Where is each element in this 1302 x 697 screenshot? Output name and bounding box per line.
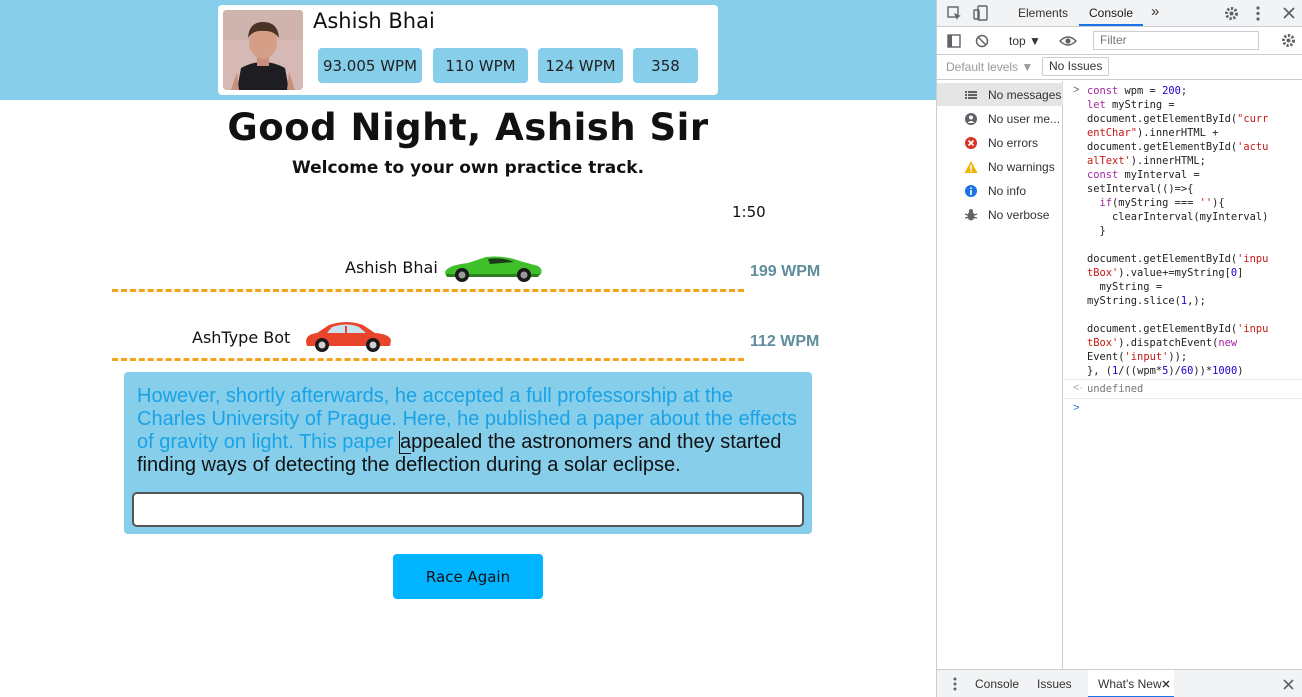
- sidebar-item-messages[interactable]: No messages: [937, 83, 1063, 106]
- close-icon[interactable]: [1283, 7, 1295, 19]
- track-line-bot: [112, 358, 744, 361]
- sidebar-item-info[interactable]: No info: [937, 179, 1063, 202]
- drawer-tab-issues[interactable]: Issues: [1037, 677, 1072, 691]
- console-result: undefined: [1087, 383, 1144, 395]
- gear-icon[interactable]: [1224, 6, 1239, 21]
- profile-card: Ashish Bhai 93.005 WPM 110 WPM 124 WPM 3…: [218, 5, 718, 95]
- avatar: [223, 10, 303, 90]
- log-levels-dropdown[interactable]: Default levels ▼: [946, 60, 1033, 74]
- devtools-panel: Elements Console » top ▼ Filter Default …: [936, 0, 1302, 697]
- typing-panel: However, shortly afterwards, he accepted…: [124, 372, 812, 534]
- race-again-button[interactable]: Race Again: [393, 554, 543, 599]
- console-output: > const wpm = 200; let myString = docume…: [1064, 81, 1302, 669]
- passage-text: However, shortly afterwards, he accepted…: [137, 385, 805, 477]
- list-icon: [965, 91, 977, 99]
- close-tab-icon[interactable]: [1162, 680, 1170, 688]
- drawer-tab-label: What's New: [1098, 677, 1162, 691]
- typing-input[interactable]: [132, 492, 804, 527]
- bug-icon: [964, 209, 978, 221]
- close-drawer-icon[interactable]: [1283, 679, 1294, 690]
- typing-app: Ashish Bhai 93.005 WPM 110 WPM 124 WPM 3…: [0, 0, 936, 697]
- user-icon: [965, 113, 977, 125]
- drawer-tab-console[interactable]: Console: [975, 677, 1019, 691]
- eye-icon[interactable]: [1059, 35, 1077, 47]
- console-toolbar: top ▼ Filter: [937, 27, 1302, 55]
- sidebar-item-label: No messages: [988, 87, 1062, 102]
- stat-races-count: 358: [633, 48, 698, 83]
- kebab-menu-icon[interactable]: [1255, 6, 1261, 21]
- active-tab-indicator: [1079, 24, 1143, 26]
- warning-icon: [964, 161, 978, 173]
- devtools-tabbar: Elements Console »: [937, 0, 1302, 27]
- racer-name-bot: AshType Bot: [192, 328, 291, 347]
- sidebar-item-warnings[interactable]: No warnings: [937, 155, 1063, 178]
- racer-wpm-player: 199 WPM: [750, 263, 821, 280]
- passage-current-char: a: [399, 431, 412, 454]
- stat-best-wpm: 124 WPM: [538, 48, 623, 83]
- stat-average-wpm: 93.005 WPM: [318, 48, 422, 83]
- result-arrow-icon: <·: [1073, 382, 1084, 394]
- sidebar-item-user-messages[interactable]: No user me...: [937, 107, 1063, 130]
- info-icon: [965, 185, 977, 197]
- player-car-icon: [445, 256, 542, 282]
- sidebar-item-label: No warnings: [988, 159, 1055, 174]
- sidebar-item-label: No verbose: [988, 207, 1050, 222]
- tab-console[interactable]: Console: [1089, 6, 1133, 20]
- sidebar-toggle-icon[interactable]: [947, 34, 961, 48]
- track-line-player: [112, 289, 744, 292]
- console-result-row: <· undefined: [1064, 379, 1302, 399]
- sidebar-item-label: No info: [988, 183, 1027, 198]
- device-toolbar-icon[interactable]: [973, 5, 988, 21]
- context-selector[interactable]: top ▼: [1009, 34, 1041, 48]
- welcome-subtitle: Welcome to your own practice track.: [291, 158, 645, 178]
- sidebar-item-errors[interactable]: No errors: [937, 131, 1063, 154]
- more-tabs-button[interactable]: »: [1151, 3, 1159, 20]
- bot-car-icon: [306, 322, 391, 352]
- prompt-chevron-icon: >: [1073, 84, 1080, 96]
- racer-wpm-bot: 112 WPM: [750, 333, 820, 350]
- console-prompt-icon[interactable]: >: [1073, 402, 1079, 414]
- drawer-tab-whats-new[interactable]: What's New: [1088, 670, 1174, 697]
- filter-input[interactable]: Filter: [1093, 31, 1259, 50]
- sidebar-item-verbose[interactable]: No verbose: [937, 203, 1063, 226]
- console-toolbar-levels: Default levels ▼ No Issues: [937, 55, 1302, 80]
- error-icon: [965, 137, 977, 149]
- drawer-menu-icon[interactable]: [953, 677, 957, 691]
- issues-button[interactable]: No Issues: [1042, 57, 1110, 76]
- console-sidebar: No messages No user me... No errors No w…: [937, 81, 1063, 669]
- inspect-icon[interactable]: [947, 6, 962, 21]
- sidebar-item-label: No errors: [988, 135, 1039, 150]
- clear-console-icon[interactable]: [975, 34, 989, 48]
- devtools-drawer: Console Issues What's New: [937, 669, 1302, 697]
- greeting-title: Good Night, Ashish Sir: [227, 106, 709, 149]
- profile-name: Ashish Bhai: [313, 9, 435, 33]
- tab-elements[interactable]: Elements: [1018, 6, 1068, 20]
- stat-last-wpm: 110 WPM: [433, 48, 528, 83]
- console-settings-icon[interactable]: [1281, 33, 1296, 48]
- race-timer: 1:50: [732, 203, 766, 221]
- racer-name-player: Ashish Bhai: [345, 258, 438, 277]
- sidebar-item-label: No user me...: [988, 111, 1061, 126]
- console-code: const wpm = 200; let myString = document…: [1087, 85, 1269, 377]
